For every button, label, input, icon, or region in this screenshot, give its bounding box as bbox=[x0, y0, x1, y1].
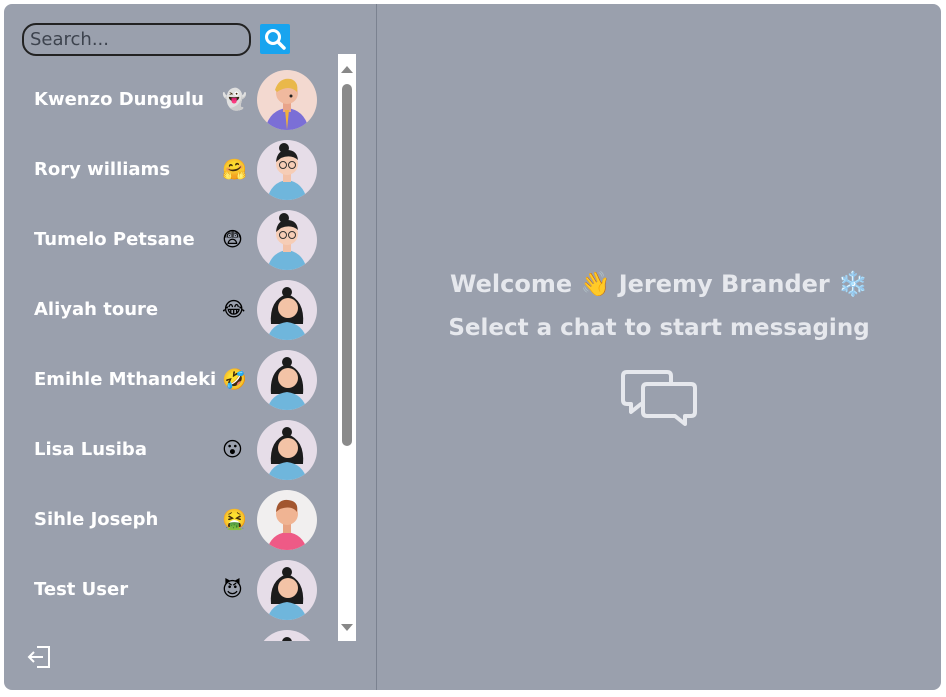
status-emoji: 😂 bbox=[222, 297, 246, 321]
user-name: Aliyah toure bbox=[34, 299, 159, 320]
scroll-down-arrow-icon[interactable] bbox=[341, 624, 353, 631]
chat-bubbles-icon bbox=[619, 366, 699, 430]
avatar bbox=[257, 630, 317, 641]
user-name: Lisa Lusiba bbox=[34, 439, 147, 460]
select-chat-message: Select a chat to start messaging bbox=[448, 315, 870, 341]
status-emoji: 🤗 bbox=[222, 157, 247, 181]
app-window: Kwenzo Dungulu 👻 Rory williams 🤗 bbox=[4, 4, 941, 690]
user-list-item[interactable]: Sihle Joseph 🤮 bbox=[4, 485, 338, 555]
status-emoji: 😨 bbox=[222, 227, 243, 251]
search-input[interactable] bbox=[22, 22, 251, 56]
avatar bbox=[257, 280, 317, 340]
user-name: Sihle Joseph bbox=[34, 509, 159, 530]
user-list-item[interactable]: Rory williams 🤗 bbox=[4, 135, 338, 205]
welcome-prefix: Welcome bbox=[449, 270, 573, 298]
scroll-up-arrow-icon[interactable] bbox=[341, 66, 353, 73]
avatar bbox=[257, 210, 317, 270]
avatar bbox=[257, 70, 317, 130]
user-list: Kwenzo Dungulu 👻 Rory williams 🤗 Tumelo … bbox=[4, 54, 356, 641]
user-list-scrollbar[interactable] bbox=[338, 54, 356, 641]
wave-emoji: 👋 bbox=[580, 270, 611, 298]
user-name: Test User bbox=[34, 579, 129, 600]
chat-area: Welcome 👋 Jeremy Brander ❄️ Select a cha… bbox=[377, 4, 941, 690]
user-list-item[interactable]: Aliyah toure 😂 bbox=[4, 275, 338, 345]
user-list-item[interactable] bbox=[4, 625, 338, 641]
user-name: Kwenzo Dungulu bbox=[34, 89, 204, 110]
avatar bbox=[257, 490, 317, 550]
current-user-name: Jeremy Brander bbox=[618, 270, 830, 298]
search-button[interactable] bbox=[260, 24, 290, 54]
user-name: Emihle Mthandeki bbox=[34, 369, 217, 390]
scroll-thumb[interactable] bbox=[342, 84, 352, 446]
status-emoji: 👻 bbox=[222, 87, 247, 111]
status-emoji: 😮 bbox=[222, 437, 243, 461]
logout-button[interactable] bbox=[26, 644, 54, 670]
search-bar bbox=[22, 22, 290, 56]
search-icon bbox=[265, 29, 286, 50]
user-name: Rory williams bbox=[34, 159, 171, 180]
user-list-item[interactable]: Tumelo Petsane 😨 bbox=[4, 205, 338, 275]
user-list-item[interactable]: Kwenzo Dungulu 👻 bbox=[4, 65, 338, 135]
welcome-message: Welcome 👋 Jeremy Brander ❄️ bbox=[377, 270, 941, 298]
sidebar: Kwenzo Dungulu 👻 Rory williams 🤗 bbox=[4, 4, 377, 690]
user-name: Tumelo Petsane bbox=[34, 229, 195, 250]
user-list-item[interactable]: Emihle Mthandeki 🤣 bbox=[4, 345, 338, 415]
user-list-item[interactable]: Test User 😈 bbox=[4, 555, 338, 625]
user-list-item[interactable]: Lisa Lusiba 😮 bbox=[4, 415, 338, 485]
avatar bbox=[257, 350, 317, 410]
avatar bbox=[257, 560, 317, 620]
user-emoji: ❄️ bbox=[838, 270, 868, 298]
logout-icon bbox=[27, 646, 50, 668]
status-emoji: 🤣 bbox=[222, 367, 247, 391]
avatar bbox=[257, 420, 317, 480]
status-emoji: 🤮 bbox=[222, 507, 247, 531]
status-emoji: 😈 bbox=[222, 577, 243, 601]
avatar bbox=[257, 140, 317, 200]
